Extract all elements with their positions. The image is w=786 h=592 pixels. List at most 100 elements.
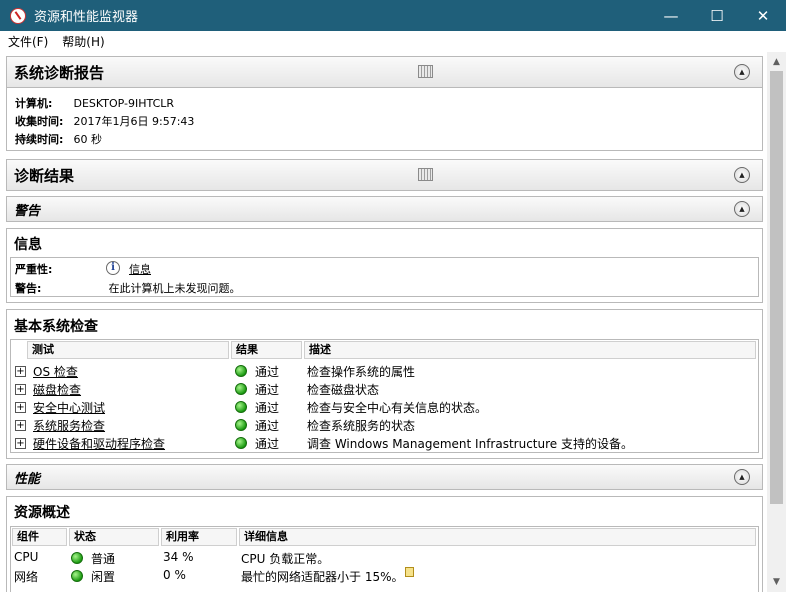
table-row: 网络 闲置 0 % 最忙的网络适配器小于 15%。 <box>11 567 758 585</box>
basic-checks-section: 基本系统检查 测试 结果 描述 + OS 检查 通过 检查操作系统的属性 + 磁… <box>6 309 763 459</box>
collapse-warning-button[interactable]: ▲ <box>734 201 750 217</box>
col-header-component[interactable]: 组件 <box>12 528 67 546</box>
resource-table: 组件 状态 利用率 详细信息 CPU 普通 34 % CPU 负载正常。 网络 … <box>10 526 759 592</box>
info-title: 信息 <box>14 237 42 253</box>
vertical-scrollbar[interactable]: ▲ ▼ <box>767 52 786 592</box>
desc-text: 检查磁盘状态 <box>307 383 380 397</box>
minimize-button[interactable]: — <box>648 0 694 31</box>
detail-text: CPU 负载正常。 <box>241 552 330 566</box>
diagnosis-header-label: 诊断结果 <box>14 166 75 185</box>
report-header[interactable]: 系统诊断报告 ▲ <box>6 56 763 88</box>
status-icon <box>71 552 83 564</box>
collect-time-label: 收集时间: <box>15 115 64 128</box>
component-text: 网络 <box>14 570 39 584</box>
diagnosis-header[interactable]: 诊断结果 ▲ <box>6 159 763 191</box>
result-text: 通过 <box>255 419 280 433</box>
warning-header-label: 警告 <box>14 203 41 219</box>
status-icon <box>71 570 83 582</box>
test-link[interactable]: 硬件设备和驱动程序检查 <box>33 435 165 452</box>
scroll-up-icon[interactable]: ▲ <box>767 53 786 70</box>
detail-text: 最忙的网络适配器小于 15%。 <box>241 570 404 584</box>
pass-icon <box>235 365 247 377</box>
collect-time-value: 2017年1月6日 9:57:43 <box>73 115 195 128</box>
pass-icon <box>235 383 247 395</box>
col-header-detail[interactable]: 详细信息 <box>239 528 756 546</box>
computer-row: 计算机: DESKTOP-9IHTCLR <box>15 95 174 111</box>
result-text: 通过 <box>255 437 280 451</box>
col-header-result[interactable]: 结果 <box>231 341 302 359</box>
table-row: + 硬件设备和驱动程序检查 通过 调查 Windows Management I… <box>11 434 758 452</box>
usage-text: 0 % <box>163 568 186 582</box>
performance-header-label: 性能 <box>14 471 41 487</box>
calendar-icon <box>418 168 433 181</box>
warning-row: 警告: 在此计算机上未发现问题。 <box>15 280 241 296</box>
close-button[interactable]: ✕ <box>740 0 786 31</box>
severity-row: 严重性: <box>15 261 105 277</box>
report-details: 计算机: DESKTOP-9IHTCLR 收集时间: 2017年1月6日 9:5… <box>6 88 763 151</box>
warning-value: 在此计算机上未发现问题。 <box>108 282 241 295</box>
performance-header[interactable]: 性能 ▲ <box>6 464 763 490</box>
collapse-diagnosis-button[interactable]: ▲ <box>734 167 750 183</box>
table-row: + 安全中心测试 通过 检查与安全中心有关信息的状态。 <box>11 398 758 416</box>
result-text: 通过 <box>255 401 280 415</box>
expand-icon[interactable]: + <box>15 420 26 431</box>
menu-bar: 文件(F) 帮助(H) <box>0 31 786 52</box>
expand-icon[interactable]: + <box>15 402 26 413</box>
col-header-status[interactable]: 状态 <box>69 528 159 546</box>
result-text: 通过 <box>255 365 280 379</box>
window-title: 资源和性能监视器 <box>34 10 139 25</box>
info-icon: i <box>106 261 120 275</box>
component-text: CPU <box>14 550 39 564</box>
desc-text: 检查操作系统的属性 <box>307 365 416 379</box>
status-text: 闲置 <box>91 570 116 584</box>
desc-text: 检查系统服务的状态 <box>307 419 416 433</box>
menu-help[interactable]: 帮助(H) <box>62 33 104 50</box>
table-row: + OS 检查 通过 检查操作系统的属性 <box>11 362 758 380</box>
duration-value: 60 秒 <box>73 133 103 146</box>
pass-icon <box>235 437 247 449</box>
duration-label: 持续时间: <box>15 133 64 146</box>
duration-row: 持续时间: 60 秒 <box>15 131 102 147</box>
warning-header[interactable]: 警告 ▲ <box>6 196 763 222</box>
table-row: CPU 普通 34 % CPU 负载正常。 <box>11 549 758 567</box>
test-link[interactable]: OS 检查 <box>33 363 78 380</box>
table-row: + 系统服务检查 通过 检查系统服务的状态 <box>11 416 758 434</box>
test-link[interactable]: 安全中心测试 <box>33 399 105 416</box>
title-bar: 资源和性能监视器 — ☐ ✕ <box>0 0 786 31</box>
resource-overview-title: 资源概述 <box>14 505 70 521</box>
info-section: 信息 严重性: i 信息 警告: 在此计算机上未发现问题。 <box>6 228 763 303</box>
app-icon <box>10 7 26 24</box>
test-link[interactable]: 磁盘检查 <box>33 381 81 398</box>
col-header-usage[interactable]: 利用率 <box>161 528 237 546</box>
pass-icon <box>235 419 247 431</box>
resource-overview-section: 资源概述 组件 状态 利用率 详细信息 CPU 普通 34 % CPU 负载正常… <box>6 496 763 592</box>
col-header-test[interactable]: 测试 <box>27 341 229 359</box>
pass-icon <box>235 401 247 413</box>
computer-label: 计算机: <box>15 97 53 110</box>
desc-text: 检查与安全中心有关信息的状态。 <box>307 401 488 415</box>
maximize-button[interactable]: ☐ <box>694 0 740 31</box>
severity-label: 严重性: <box>15 263 53 276</box>
collapse-performance-button[interactable]: ▲ <box>734 469 750 485</box>
report-header-label: 系统诊断报告 <box>14 63 105 82</box>
test-link[interactable]: 系统服务检查 <box>33 417 105 434</box>
basic-checks-table: 测试 结果 描述 + OS 检查 通过 检查操作系统的属性 + 磁盘检查 通过 … <box>10 339 759 453</box>
note-icon <box>405 567 414 577</box>
collect-time-row: 收集时间: 2017年1月6日 9:57:43 <box>15 113 194 129</box>
expand-icon[interactable]: + <box>15 366 26 377</box>
severity-value-link[interactable]: 信息 <box>129 261 151 277</box>
result-text: 通过 <box>255 383 280 397</box>
info-table: 严重性: i 信息 警告: 在此计算机上未发现问题。 <box>10 257 759 297</box>
expand-icon[interactable]: + <box>15 438 26 449</box>
usage-text: 34 % <box>163 550 194 564</box>
calendar-icon <box>418 65 433 78</box>
table-row: + 磁盘检查 通过 检查磁盘状态 <box>11 380 758 398</box>
collapse-report-button[interactable]: ▲ <box>734 64 750 80</box>
scroll-down-icon[interactable]: ▼ <box>767 573 786 590</box>
menu-file[interactable]: 文件(F) <box>8 33 48 50</box>
expand-icon[interactable]: + <box>15 384 26 395</box>
status-text: 普通 <box>91 552 116 566</box>
report-content: 系统诊断报告 ▲ 计算机: DESKTOP-9IHTCLR 收集时间: 2017… <box>0 52 767 592</box>
scroll-thumb[interactable] <box>770 71 783 504</box>
col-header-desc[interactable]: 描述 <box>304 341 756 359</box>
